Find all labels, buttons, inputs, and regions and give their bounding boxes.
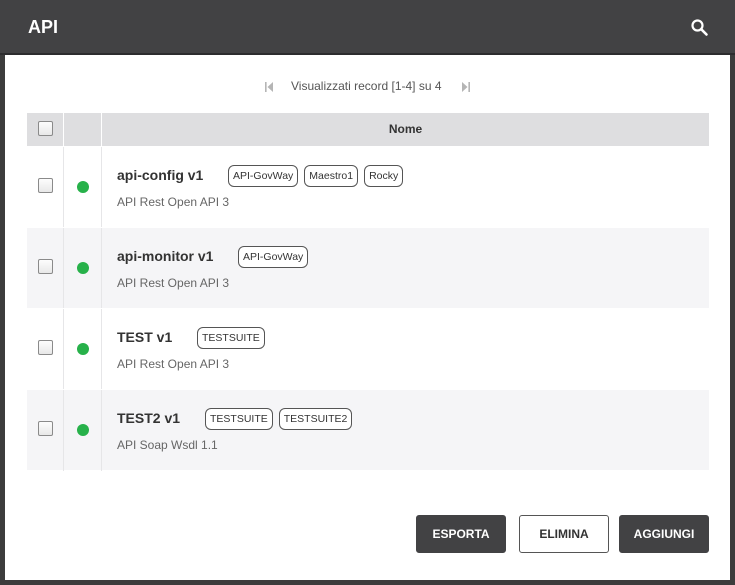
api-name-link[interactable]: TEST2 v1: [117, 410, 180, 426]
row-checkbox[interactable]: [38, 259, 53, 274]
row-status-cell: [65, 309, 102, 390]
table-row: api-config v1 API-GovWay Maestro1 Rocky …: [27, 146, 709, 228]
select-all-checkbox[interactable]: [38, 121, 53, 136]
tag-badge: API-GovWay: [238, 246, 309, 268]
tag-badge: TESTSUITE2: [278, 408, 353, 430]
row-checkbox-cell: [27, 228, 64, 309]
status-dot-icon: [77, 262, 89, 274]
column-header-nome[interactable]: Nome: [102, 113, 709, 146]
row-checkbox-cell: [27, 147, 64, 228]
status-dot-icon: [77, 181, 89, 193]
tag-badge: Rocky: [364, 165, 404, 187]
row-status-cell: [65, 390, 102, 471]
app-header: API: [0, 0, 735, 55]
row-checkbox[interactable]: [38, 178, 53, 193]
pagination-info: Visualizzati record [1-4] su 4: [291, 79, 442, 93]
delete-button[interactable]: ELIMINA: [519, 515, 609, 553]
status-dot-icon: [77, 343, 89, 355]
table-row: TEST v1 TESTSUITE API Rest Open API 3: [27, 308, 709, 390]
add-button[interactable]: AGGIUNGI: [619, 515, 709, 553]
export-button[interactable]: ESPORTA: [416, 515, 506, 553]
api-description: API Soap Wsdl 1.1: [117, 438, 218, 452]
tag-badge: TESTSUITE: [205, 408, 273, 430]
status-dot-icon: [77, 424, 89, 436]
row-status-cell: [65, 147, 102, 228]
page-title: API: [28, 17, 59, 37]
header-status-cell: [65, 113, 102, 146]
tag-list: API-GovWay: [238, 246, 309, 268]
row-checkbox[interactable]: [38, 340, 53, 355]
header-checkbox-cell: [27, 113, 64, 146]
table-row: api-monitor v1 API-GovWay API Rest Open …: [27, 227, 709, 309]
row-status-cell: [65, 228, 102, 309]
search-icon[interactable]: [690, 18, 710, 38]
tag-badge: API-GovWay: [228, 165, 299, 187]
tag-badge: Maestro1: [304, 165, 359, 187]
tag-list: API-GovWay Maestro1 Rocky: [228, 165, 404, 187]
first-page-icon[interactable]: [264, 80, 274, 92]
pagination: Visualizzati record [1-4] su 4: [0, 78, 735, 96]
tag-list: TESTSUITE: [197, 327, 265, 349]
api-name-link[interactable]: api-monitor v1: [117, 248, 213, 264]
tag-list: TESTSUITE TESTSUITE2: [205, 408, 353, 430]
api-description: API Rest Open API 3: [117, 276, 230, 290]
api-name-link[interactable]: TEST v1: [117, 329, 172, 345]
api-name-link[interactable]: api-config v1: [117, 167, 203, 183]
table-row: TEST2 v1 TESTSUITE TESTSUITE2 API Soap W…: [27, 389, 709, 471]
row-checkbox-cell: [27, 390, 64, 471]
row-checkbox[interactable]: [38, 421, 53, 436]
api-table: Nome api-config v1 API-GovWay Maestro1 R…: [27, 113, 709, 471]
tag-badge: TESTSUITE: [197, 327, 265, 349]
api-description: API Rest Open API 3: [117, 195, 230, 209]
last-page-icon[interactable]: [461, 80, 471, 92]
table-header: Nome: [27, 113, 709, 146]
row-checkbox-cell: [27, 309, 64, 390]
api-description: API Rest Open API 3: [117, 357, 230, 371]
